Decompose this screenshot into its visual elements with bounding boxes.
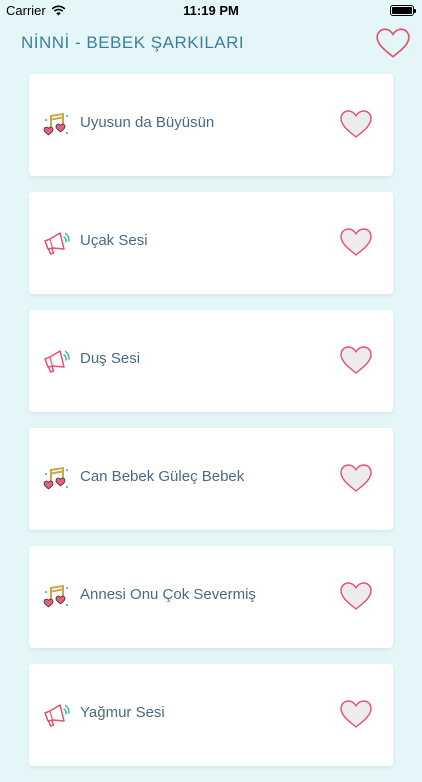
- list-item[interactable]: Annesi Onu Çok Severmiş: [29, 546, 393, 648]
- list-item-label: Uçak Sesi: [80, 232, 148, 249]
- list-item-label: Yağmur Sesi: [80, 704, 165, 721]
- list-item[interactable]: Uyusun da Büyüsün: [29, 74, 393, 176]
- list-item[interactable]: Yağmur Sesi: [29, 664, 393, 766]
- battery-icon: [390, 5, 416, 16]
- list-item-label: Uyusun da Büyüsün: [80, 114, 215, 131]
- list-item-label: Can Bebek Güleç Bebek: [80, 468, 245, 485]
- speaker-icon: [44, 704, 70, 727]
- header: NİNNİ - BEBEK ŞARKILARI: [0, 22, 422, 66]
- music-note-hearts-icon: [43, 584, 68, 608]
- speaker-icon: [44, 232, 70, 255]
- favorite-heart-icon[interactable]: [338, 580, 374, 612]
- list-item-label: Annesi Onu Çok Severmiş: [80, 586, 256, 603]
- sound-list: Uyusun da Büyüsün Uçak Sesi Duş Sesi Can…: [29, 74, 393, 782]
- status-bar: Carrier 11:19 PM: [0, 0, 422, 22]
- favorite-heart-icon[interactable]: [338, 108, 374, 140]
- favorites-heart-icon[interactable]: [374, 26, 412, 60]
- list-item[interactable]: Duş Sesi: [29, 310, 393, 412]
- favorite-heart-icon[interactable]: [338, 344, 374, 376]
- list-item-label: Duş Sesi: [80, 350, 141, 367]
- list-item[interactable]: Can Bebek Güleç Bebek: [29, 428, 393, 530]
- favorite-heart-icon[interactable]: [338, 226, 374, 258]
- favorite-heart-icon[interactable]: [338, 462, 374, 494]
- music-note-hearts-icon: [43, 112, 68, 136]
- music-note-hearts-icon: [43, 466, 68, 490]
- favorite-heart-icon[interactable]: [338, 698, 374, 730]
- list-item[interactable]: Uçak Sesi: [29, 192, 393, 294]
- status-time: 11:19 PM: [183, 3, 239, 18]
- speaker-icon: [44, 350, 70, 373]
- page-title: NİNNİ - BEBEK ŞARKILARI: [21, 33, 245, 52]
